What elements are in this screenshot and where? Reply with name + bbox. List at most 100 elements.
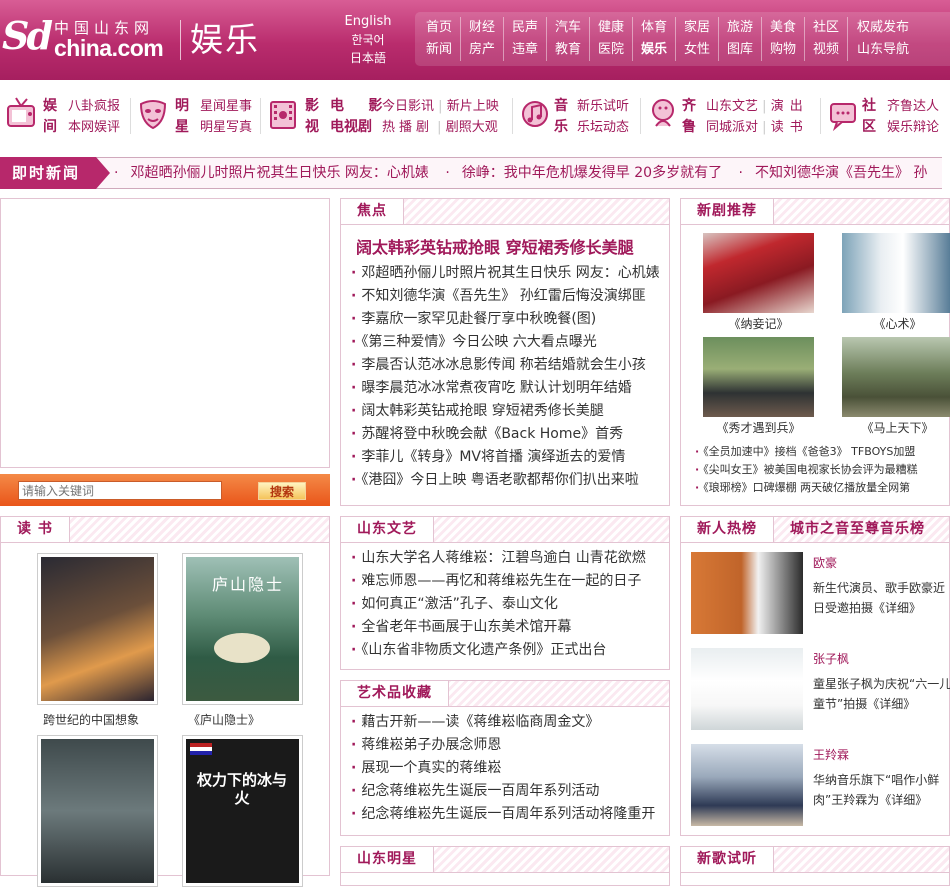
drama-caption[interactable]: 《秀才遇到兵》 xyxy=(696,417,821,439)
lang-japanese[interactable]: 日本語 xyxy=(330,49,406,67)
link-tv[interactable]: 电视剧 xyxy=(330,117,382,138)
link-movie[interactable]: 电 xyxy=(330,98,344,114)
nav-item-9[interactable]: 社区 xyxy=(805,17,848,39)
book-item[interactable]: 权力下的冰与火 xyxy=(182,735,327,887)
focus-news-item[interactable]: 苏醒将登中秋晚会献《Back Home》首秀 xyxy=(351,423,669,446)
tab-newcomers[interactable]: 新人热榜 xyxy=(681,517,774,542)
art-news-item[interactable]: 蒋维崧弟子办展念师恩 xyxy=(351,734,669,757)
tab-music-chart[interactable]: 城市之音至尊音乐榜 xyxy=(774,517,941,542)
link-music-news[interactable]: 乐坛动态 xyxy=(577,117,629,138)
link-sd-art[interactable]: 山东文艺 xyxy=(706,99,758,114)
focus-news-item[interactable]: 不知刘德华演《吾先生》 孙红雷后悔没演绑匪 xyxy=(351,285,669,308)
link-new-songs[interactable]: 新乐试听 xyxy=(577,96,629,117)
art-news-item[interactable]: 纪念蒋维崧先生诞辰一百周年系列活动 xyxy=(351,780,669,803)
drama-thumb[interactable]: 《纳妾记》 xyxy=(696,233,821,335)
drama-image[interactable] xyxy=(842,337,950,417)
book-title[interactable]: 跨世纪的中国想象 xyxy=(37,705,182,735)
nav-item-1[interactable]: 财经 xyxy=(461,17,504,39)
nav-item-row2-0[interactable]: 新闻 xyxy=(418,39,461,61)
drama-news-item[interactable]: 《全员加速中》接档《爸爸3》 TFBOYS加盟 xyxy=(695,443,949,461)
link-stills[interactable]: 剧照大观 xyxy=(446,120,498,135)
culture-news-item[interactable]: 如何真正“激活”孔子、泰山文化 xyxy=(351,593,669,616)
star-name[interactable]: 欧豪 xyxy=(813,554,837,571)
link-review[interactable]: 本网娱评 xyxy=(68,117,120,138)
drama-thumb[interactable]: 《马上天下》 xyxy=(835,337,950,439)
focus-news-item[interactable]: 《第三种爱情》今日公映 六大看点曝光 xyxy=(351,331,669,354)
search-button[interactable]: 搜索 xyxy=(258,482,306,500)
link-gossip[interactable]: 八卦疯报 xyxy=(68,96,120,117)
nav-item-row2-1[interactable]: 房产 xyxy=(461,39,504,61)
drama-news-item[interactable]: 《琅琊榜》口碑爆棚 两天破亿播放量全网第 xyxy=(695,479,949,497)
ticker-item[interactable]: 邓超晒孙俪儿时照片祝其生日快乐 网友：心机婊 xyxy=(130,165,428,181)
art-news-item[interactable]: 展现一个真实的蒋维崧 xyxy=(351,757,669,780)
nav-item-6[interactable]: 家居 xyxy=(676,17,719,39)
art-news-item[interactable]: 藉古开新——读《蒋维崧临商周金文》 xyxy=(351,711,669,734)
star-item[interactable]: 王羚霖 华纳音乐旗下“唱作小鲜肉”王羚霖为《详细》 xyxy=(691,744,949,840)
drama-image[interactable] xyxy=(842,233,950,313)
drama-image[interactable] xyxy=(703,337,814,417)
nav-item-4[interactable]: 健康 xyxy=(590,17,633,39)
nav-item-row2-2[interactable]: 违章 xyxy=(504,39,547,61)
culture-news-item[interactable]: 《山东省非物质文化遗产条例》正式出台 xyxy=(351,639,669,662)
culture-news-item[interactable]: 难忘师恩——再忆和蒋维崧先生在一起的日子 xyxy=(351,570,669,593)
focus-news-item[interactable]: 李晨否认范冰冰息影传闻 称若结婚就会生小孩 xyxy=(351,354,669,377)
lang-korean[interactable]: 한국어 xyxy=(330,31,406,49)
star-item[interactable]: 张子枫 童星张子枫为庆祝“六一儿童节”拍摄《详细》 xyxy=(691,648,950,744)
nav-item-row2-10[interactable]: 山东导航 xyxy=(848,39,918,61)
nav-item-row2-9[interactable]: 视频 xyxy=(805,39,848,61)
nav-item-row2-6[interactable]: 女性 xyxy=(676,39,719,61)
link-debate[interactable]: 娱乐辩论 xyxy=(887,117,939,138)
focus-news-item[interactable]: 李嘉欣一家罕见赴餐厅享中秋晚餐(图) xyxy=(351,308,669,331)
star-photo[interactable] xyxy=(691,552,803,634)
link-star-news[interactable]: 星闻星事 xyxy=(200,96,252,117)
link-movie-2[interactable]: 影 xyxy=(368,98,382,114)
star-item[interactable]: 欧豪 新生代演员、歌手欧豪近日受邀拍摄《详细》 xyxy=(691,552,949,648)
link-film-news[interactable]: 今日影讯 xyxy=(382,99,434,114)
book-item[interactable] xyxy=(37,735,182,887)
link-talent[interactable]: 齐鲁达人 xyxy=(887,96,939,117)
nav-item-0[interactable]: 首页 xyxy=(418,17,461,39)
nav-item-3[interactable]: 汽车 xyxy=(547,17,590,39)
link-shows[interactable]: 演出 xyxy=(771,99,809,114)
slideshow-area[interactable] xyxy=(0,198,330,468)
book-cover[interactable] xyxy=(37,553,158,705)
ticker-item[interactable]: 徐峥：我中年危机爆发得早 20多岁就有了 xyxy=(462,165,722,181)
lang-english[interactable]: English xyxy=(330,13,406,31)
nav-item-5[interactable]: 体育 xyxy=(633,17,676,39)
drama-caption[interactable]: 《纳妾记》 xyxy=(696,313,821,335)
nav-item-8[interactable]: 美食 xyxy=(762,17,805,39)
link-party[interactable]: 同城派对 xyxy=(706,120,758,135)
star-name[interactable]: 王羚霖 xyxy=(813,746,849,763)
nav-item-10[interactable]: 权威发布 xyxy=(848,17,918,39)
drama-caption[interactable]: 《心术》 xyxy=(835,313,950,335)
drama-news-item[interactable]: 《尖叫女王》被美国电视家长协会评为最糟糕 xyxy=(695,461,949,479)
nav-item-2[interactable]: 民声 xyxy=(504,17,547,39)
book-cover[interactable]: 庐山隐士 xyxy=(182,553,303,705)
focus-news-item[interactable]: 《港囧》今日上映 粤语老歌都帮你们扒出来啦 xyxy=(351,469,669,492)
culture-news-item[interactable]: 山东大学名人蒋维崧：江碧鸟逾白 山青花欲燃 xyxy=(351,547,669,570)
focus-headline[interactable]: 阔太韩彩英钻戒抢眼 穿短裙秀修长美腿 xyxy=(341,225,669,262)
focus-news-item[interactable]: 李菲儿《转身》MV将首播 演绎逝去的爱情 xyxy=(351,446,669,469)
culture-news-item[interactable]: 全省老年书画展于山东美术馆开幕 xyxy=(351,616,669,639)
focus-news-item[interactable]: 邓超晒孙俪儿时照片祝其生日快乐 网友：心机婊 xyxy=(351,262,669,285)
link-new-release[interactable]: 新片上映 xyxy=(447,99,499,114)
nav-item-row2-7[interactable]: 图库 xyxy=(719,39,762,61)
book-title[interactable]: 《庐山隐士》 xyxy=(182,705,327,735)
book-item[interactable]: 庐山隐士 《庐山隐士》 xyxy=(182,553,327,735)
drama-image[interactable] xyxy=(703,233,814,313)
star-photo[interactable] xyxy=(691,744,803,826)
ticker-item[interactable]: 不知刘德华演《吾先生》 孙 xyxy=(755,165,927,181)
book-cover[interactable] xyxy=(37,735,158,887)
focus-news-item[interactable]: 阔太韩彩英钻戒抢眼 穿短裙秀修长美腿 xyxy=(351,400,669,423)
drama-thumb[interactable]: 《心术》 xyxy=(835,233,950,335)
focus-news-item[interactable]: 曝李晨范冰冰常煮夜宵吃 默认计划明年结婚 xyxy=(351,377,669,400)
nav-item-7[interactable]: 旅游 xyxy=(719,17,762,39)
search-input[interactable] xyxy=(18,481,222,500)
link-hot-drama[interactable]: 热播剧 xyxy=(382,120,433,135)
drama-caption[interactable]: 《马上天下》 xyxy=(835,417,950,439)
nav-item-row2-4[interactable]: 医院 xyxy=(590,39,633,61)
link-reading[interactable]: 读书 xyxy=(771,120,809,135)
book-item[interactable]: 跨世纪的中国想象 xyxy=(37,553,182,735)
nav-item-row2-3[interactable]: 教育 xyxy=(547,39,590,61)
drama-thumb[interactable]: 《秀才遇到兵》 xyxy=(696,337,821,439)
